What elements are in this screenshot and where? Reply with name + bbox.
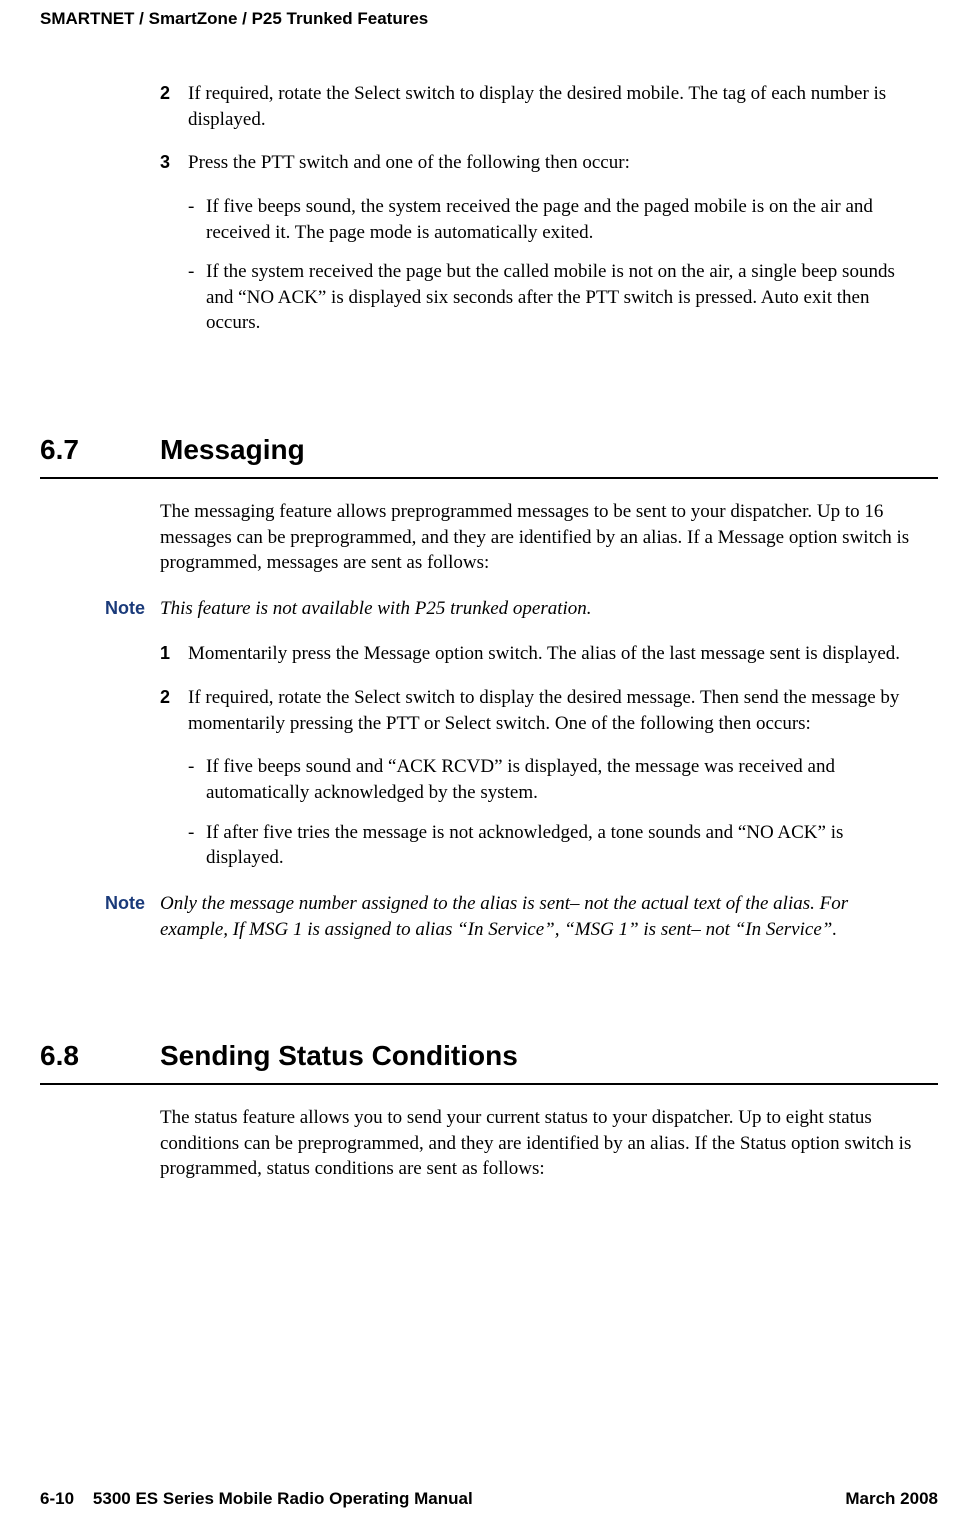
bullet-text: If five beeps sound and “ACK RCVD” is di… bbox=[206, 754, 918, 805]
step-2: 2 If required, rotate the Select switch … bbox=[160, 81, 918, 132]
note-label: Note bbox=[105, 596, 160, 622]
dash-icon: - bbox=[188, 820, 206, 871]
step-2: 2 If required, rotate the Select switch … bbox=[160, 685, 918, 736]
section-title: Sending Status Conditions bbox=[160, 1037, 938, 1075]
step-number: 2 bbox=[160, 81, 188, 132]
step-text: Momentarily press the Message option swi… bbox=[188, 641, 918, 667]
footer-left: 6-10 5300 ES Series Mobile Radio Operati… bbox=[40, 1488, 473, 1511]
note-block: Note This feature is not available with … bbox=[105, 596, 918, 622]
section-number: 6.8 bbox=[40, 1037, 160, 1075]
step-text: If required, rotate the Select switch to… bbox=[188, 685, 918, 736]
step-text: Press the PTT switch and one of the foll… bbox=[188, 150, 918, 176]
note-block: Note Only the message number assigned to… bbox=[105, 891, 918, 942]
page-footer: 6-10 5300 ES Series Mobile Radio Operati… bbox=[40, 1488, 938, 1511]
section-heading-6-7: 6.7 Messaging bbox=[40, 431, 938, 469]
step-1: 1 Momentarily press the Message option s… bbox=[160, 641, 918, 667]
page-container: SMARTNET / SmartZone / P25 Trunked Featu… bbox=[0, 0, 978, 1182]
section-6-7-body: The messaging feature allows preprogramm… bbox=[160, 499, 918, 942]
page-header: SMARTNET / SmartZone / P25 Trunked Featu… bbox=[40, 0, 938, 81]
dash-icon: - bbox=[188, 754, 206, 805]
footer-right: March 2008 bbox=[845, 1488, 938, 1511]
note-text: This feature is not available with P25 t… bbox=[160, 596, 918, 622]
dash-icon: - bbox=[188, 259, 206, 336]
step-text: If required, rotate the Select switch to… bbox=[188, 81, 918, 132]
dash-icon: - bbox=[188, 194, 206, 245]
bullet-text: If after five tries the message is not a… bbox=[206, 820, 918, 871]
intro-paragraph: The messaging feature allows preprogramm… bbox=[160, 499, 918, 576]
section-divider bbox=[40, 477, 938, 479]
top-steps-block: 2 If required, rotate the Select switch … bbox=[160, 81, 918, 336]
bullet-text: If the system received the page but the … bbox=[206, 259, 918, 336]
step-3: 3 Press the PTT switch and one of the fo… bbox=[160, 150, 918, 176]
intro-paragraph: The status feature allows you to send yo… bbox=[160, 1105, 918, 1182]
note-text: Only the message number assigned to the … bbox=[160, 891, 918, 942]
section-6-8-body: The status feature allows you to send yo… bbox=[160, 1105, 918, 1182]
step-number: 3 bbox=[160, 150, 188, 176]
bullet-item: - If after five tries the message is not… bbox=[188, 820, 918, 871]
bullet-item: - If the system received the page but th… bbox=[188, 259, 918, 336]
step-number: 2 bbox=[160, 685, 188, 736]
bullet-item: - If five beeps sound, the system receiv… bbox=[188, 194, 918, 245]
bullet-item: - If five beeps sound and “ACK RCVD” is … bbox=[188, 754, 918, 805]
section-title: Messaging bbox=[160, 431, 938, 469]
section-number: 6.7 bbox=[40, 431, 160, 469]
section-heading-6-8: 6.8 Sending Status Conditions bbox=[40, 1037, 938, 1075]
section-divider bbox=[40, 1083, 938, 1085]
note-label: Note bbox=[105, 891, 160, 942]
bullet-text: If five beeps sound, the system received… bbox=[206, 194, 918, 245]
step-number: 1 bbox=[160, 641, 188, 667]
